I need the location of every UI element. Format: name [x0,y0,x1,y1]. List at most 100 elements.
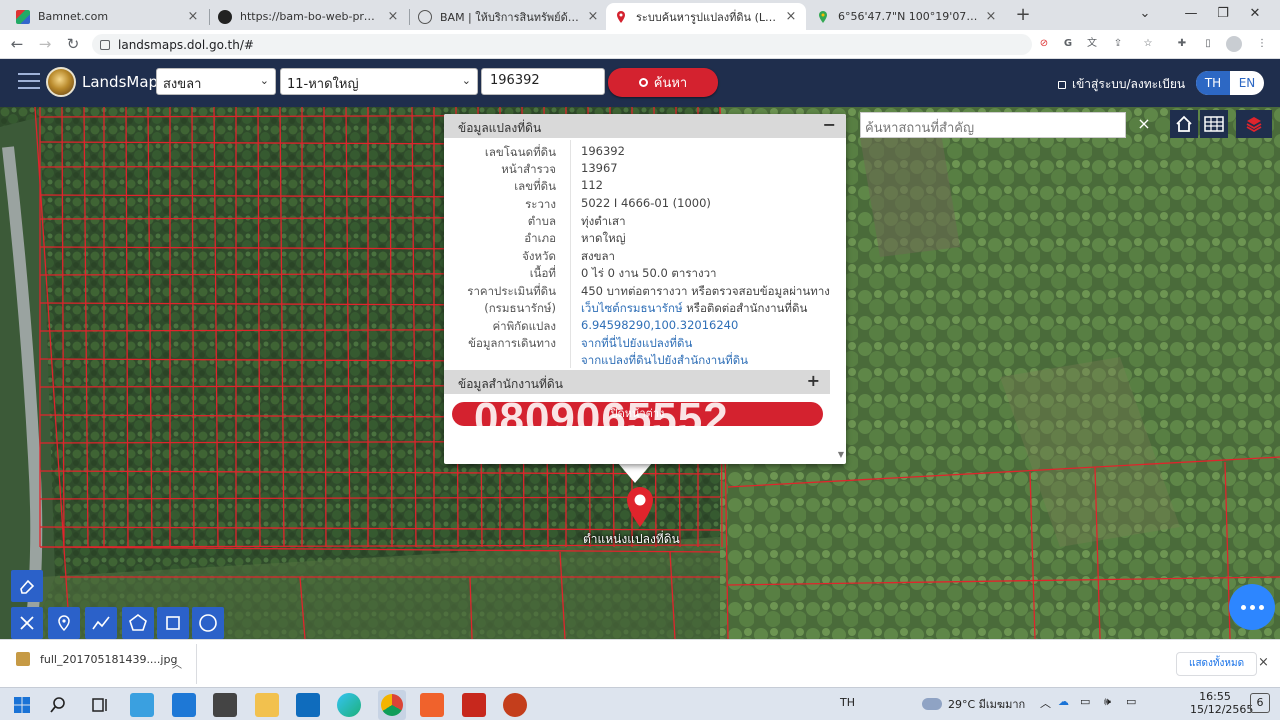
translate-icon[interactable]: 文 [1084,36,1100,52]
place-search-input[interactable]: ค้นหาสถานที่สำคัญ [860,112,1126,138]
clear-search-icon[interactable]: × [1130,110,1158,138]
download-item[interactable]: full_201705181439....jpg [16,652,177,666]
info-value: 196392 [581,144,625,158]
parcel-info-header[interactable]: ข้อมูลแปลงที่ดิน − [444,114,846,138]
edge-icon[interactable] [337,693,361,717]
tray-chevron-icon[interactable]: ︿ [1040,695,1051,711]
map-pin-favicon-icon [617,10,625,23]
lang-en-button[interactable]: EN [1230,71,1264,95]
windows-start-icon[interactable] [10,693,34,717]
url-field[interactable]: landsmaps.dol.go.th/# [92,34,1032,55]
image-file-icon [16,652,30,666]
rectangle-tool-button[interactable] [157,607,189,639]
notification-center[interactable]: 6 [1250,693,1270,713]
outlook-icon[interactable] [296,693,320,717]
lang-th-button[interactable]: TH [1196,71,1230,95]
new-tab-button[interactable]: + [1012,5,1034,25]
chrome-menu-icon[interactable]: ⋮ [1254,36,1270,52]
language-toggle: TH EN [1196,71,1264,95]
chrome-taskbar-active[interactable] [378,690,406,720]
polygon-tool-button[interactable] [122,607,154,639]
parcel-number-input[interactable]: 196392 [481,68,605,95]
collapse-icon[interactable]: − [823,115,836,134]
weather-widget[interactable]: 29°C มีเมฆมาก [922,695,1025,713]
chevron-up-icon[interactable]: ︿ [172,656,182,671]
province-select[interactable]: สงขลา ⌄ [156,68,276,95]
app-title: LandsMaps [82,73,166,91]
maximize-button[interactable]: ❐ [1208,4,1238,24]
coordinates-link[interactable]: 6.94598290,100.32016240 [581,318,738,332]
acrobat-icon[interactable] [462,693,486,717]
network-icon[interactable]: ▭ [1080,695,1090,708]
weather-text: 29°C มีเมฆมาก [948,698,1026,711]
back-button[interactable]: ← [6,34,28,54]
map-pin-icon[interactable] [624,485,656,529]
onedrive-icon[interactable]: ☁ [1058,695,1069,708]
blocked-icon[interactable]: ⊘ [1036,36,1052,52]
info-value: 5022 I 4666-01 (1000) [581,196,711,210]
grid-button[interactable] [1200,110,1228,138]
globe-icon [418,9,432,24]
directions-link[interactable]: จากที่นี่ไปยังแปลงที่ดิน [581,335,692,353]
treasury-website-link[interactable]: เว็บไซต์กรมธนารักษ์ [581,301,683,315]
clock[interactable]: 16:55 15/12/2565 [1190,690,1253,716]
layers-button[interactable] [1236,110,1272,138]
directions-link[interactable]: จากแปลงที่ดินไปยังสำนักงานที่ดิน [581,352,748,370]
scroll-down-icon[interactable]: ▼ [838,450,844,459]
tab-close-icon[interactable]: × [186,9,200,24]
more-options-button[interactable] [1229,584,1275,630]
mail-icon[interactable] [172,693,196,717]
show-all-button[interactable]: แสดงทั้งหมด [1176,652,1258,676]
tab-title: Bamnet.com [38,10,109,23]
menu-icon[interactable] [18,73,40,91]
expand-icon[interactable]: + [807,371,820,390]
info-label: เนื้อที่ [529,266,556,280]
measure-tool-button[interactable] [11,607,43,639]
search-icon[interactable] [48,693,72,717]
share-icon[interactable]: ⇪ [1110,36,1126,52]
district-select[interactable]: 11-หาดใหญ่ ⌄ [280,68,478,95]
home-button[interactable] [1170,110,1198,138]
dol-logo [46,67,76,97]
tab-google-maps[interactable]: 6°56'47.7"N 100°19'07.7"E - Goo × [808,3,1006,30]
eraser-tool-button[interactable] [11,570,43,602]
reload-button[interactable]: ↻ [62,34,84,54]
land-office-header[interactable]: ข้อมูลสำนักงานที่ดิน + [444,370,830,394]
forward-button[interactable]: → [34,34,56,54]
chevron-down-icon: ⌄ [461,74,471,87]
tab-bamnet[interactable]: Bamnet.com × [8,3,208,30]
tab-bam-bo[interactable]: https://bam-bo-web-prd.bam.co × [210,3,408,30]
tab-landsmaps[interactable]: ระบบค้นหารูปแปลงที่ดิน (LandsMaps × [606,3,806,30]
circle-tool-button[interactable] [192,607,224,639]
login-link[interactable]: เข้าสู่ระบบ/ลงทะเบียน [1058,75,1185,94]
tab-close-icon[interactable]: × [586,9,600,24]
extensions-icon[interactable]: ✚ [1174,36,1190,52]
home-app-icon[interactable] [420,693,444,717]
line-tool-button[interactable] [85,607,117,639]
powerpoint-icon[interactable] [503,693,527,717]
google-icon[interactable]: G [1060,36,1076,52]
task-view-icon[interactable] [88,693,112,717]
bookmark-star-icon[interactable]: ☆ [1140,36,1156,52]
file-explorer-icon[interactable] [255,693,279,717]
store-icon[interactable] [130,693,154,717]
point-tool-button[interactable] [48,607,80,639]
close-shelf-icon[interactable]: × [1258,655,1269,670]
window-close-button[interactable]: ✕ [1240,4,1270,24]
search-button[interactable]: ค้นหา [608,68,718,97]
tab-search-icon[interactable]: ⌄ [1130,4,1160,24]
bbs-app-icon[interactable] [213,693,237,717]
map-pin-icon [58,615,70,632]
sidebar-icon[interactable]: ▯ [1200,36,1216,52]
volume-icon[interactable]: 🕪 [1104,695,1111,709]
lock-icon [1058,80,1066,89]
tab-close-icon[interactable]: × [784,9,798,24]
tab-close-icon[interactable]: × [386,9,400,24]
profile-avatar-icon[interactable] [1226,36,1242,52]
tab-close-icon[interactable]: × [984,9,998,24]
tab-bam-asset[interactable]: BAM | ให้บริการสินทรัพย์ด้านอสังหาริ × [410,3,608,30]
input-language[interactable]: TH [840,696,855,709]
minimize-button[interactable]: — [1176,4,1206,24]
battery-icon[interactable]: ▭ [1126,695,1136,708]
search-button-label: ค้นหา [653,76,688,91]
